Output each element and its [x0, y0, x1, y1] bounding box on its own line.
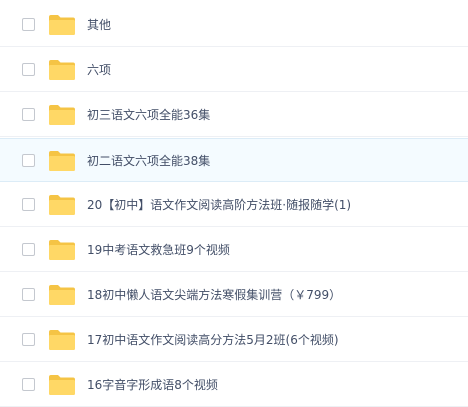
folder-name[interactable]: 六项 — [87, 48, 111, 92]
folder-icon — [48, 374, 76, 396]
folder-name[interactable]: 20【初中】语文作文阅读高阶方法班·随报随学(1) — [87, 183, 351, 227]
folder-icon — [48, 284, 76, 306]
folder-name[interactable]: 初三语文六项全能36集 — [87, 93, 210, 137]
row-checkbox[interactable] — [22, 243, 35, 256]
list-item[interactable]: 18初中懒人语文尖端方法寒假集训营（￥799） — [0, 273, 468, 317]
folder-icon — [48, 150, 76, 172]
row-checkbox[interactable] — [22, 154, 35, 167]
row-checkbox[interactable] — [22, 378, 35, 391]
folder-icon — [48, 59, 76, 81]
file-list: 其他 六项 初三语文六项全能36集 初二语文六项全能38集 20【初中】语文作文… — [0, 0, 468, 407]
list-item[interactable]: 六项 — [0, 48, 468, 92]
row-checkbox[interactable] — [22, 198, 35, 211]
folder-icon — [48, 329, 76, 351]
list-item[interactable]: 20【初中】语文作文阅读高阶方法班·随报随学(1) — [0, 183, 468, 227]
list-item[interactable]: 17初中语文作文阅读高分方法5月2班(6个视频) — [0, 318, 468, 362]
folder-name[interactable]: 19中考语文救急班9个视频 — [87, 228, 230, 272]
list-item[interactable]: 初二语文六项全能38集 — [0, 138, 468, 182]
folder-name[interactable]: 初二语文六项全能38集 — [87, 139, 210, 183]
row-checkbox[interactable] — [22, 333, 35, 346]
folder-icon — [48, 239, 76, 261]
folder-icon — [48, 14, 76, 36]
folder-name[interactable]: 其他 — [87, 3, 111, 47]
folder-name[interactable]: 16字音字形成语8个视频 — [87, 363, 218, 407]
folder-name[interactable]: 17初中语文作文阅读高分方法5月2班(6个视频) — [87, 318, 339, 362]
list-item[interactable]: 初三语文六项全能36集 — [0, 93, 468, 137]
row-checkbox[interactable] — [22, 63, 35, 76]
list-item[interactable]: 其他 — [0, 3, 468, 47]
row-checkbox[interactable] — [22, 18, 35, 31]
list-item[interactable]: 19中考语文救急班9个视频 — [0, 228, 468, 272]
folder-name[interactable]: 18初中懒人语文尖端方法寒假集训营（￥799） — [87, 273, 341, 317]
folder-icon — [48, 104, 76, 126]
folder-icon — [48, 194, 76, 216]
list-item[interactable]: 16字音字形成语8个视频 — [0, 363, 468, 407]
row-checkbox[interactable] — [22, 108, 35, 121]
row-checkbox[interactable] — [22, 288, 35, 301]
